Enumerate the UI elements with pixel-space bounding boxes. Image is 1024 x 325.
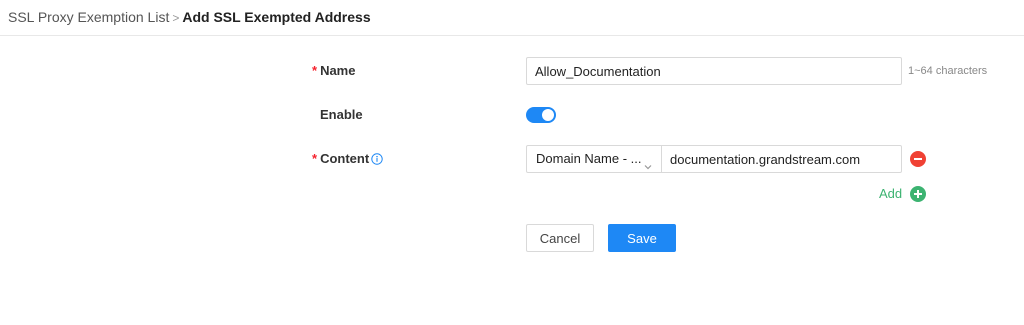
name-hint: 1~64 characters (908, 65, 988, 77)
add-content-button[interactable] (910, 186, 926, 202)
info-circle-icon[interactable] (371, 153, 383, 169)
plus-circle-icon (910, 186, 926, 202)
cancel-button[interactable]: Cancel (526, 224, 594, 252)
page-header: SSL Proxy Exemption List > Add SSL Exempte… (0, 0, 1024, 36)
breadcrumb: SSL Proxy Exemption List > Add SSL Exempte… (8, 8, 371, 27)
page-title: Add SSL Exempted Address (182, 9, 371, 25)
enable-label: Enable (320, 107, 363, 122)
minus-circle-icon (910, 151, 926, 167)
enable-toggle[interactable] (526, 107, 556, 123)
content-type-selected: Domain Name - ... (536, 151, 642, 166)
save-button[interactable]: Save (608, 224, 676, 252)
required-mark: * (312, 63, 318, 78)
content-type-select[interactable]: Domain Name - ... (526, 145, 662, 173)
add-content-link[interactable]: Add (879, 186, 902, 202)
required-mark: * (312, 151, 318, 166)
remove-content-button[interactable] (910, 151, 926, 167)
toggle-knob (542, 109, 554, 121)
name-label-text: Name (320, 63, 356, 78)
content-value-input[interactable] (661, 145, 902, 173)
content-label: * Content (312, 151, 383, 169)
name-input[interactable] (526, 57, 902, 85)
name-label: * Name (312, 63, 355, 79)
chevron-down-icon (643, 155, 653, 181)
breadcrumb-separator: > (172, 11, 180, 25)
content-label-text: Content (320, 151, 370, 166)
breadcrumb-parent-link[interactable]: SSL Proxy Exemption List (8, 9, 169, 25)
